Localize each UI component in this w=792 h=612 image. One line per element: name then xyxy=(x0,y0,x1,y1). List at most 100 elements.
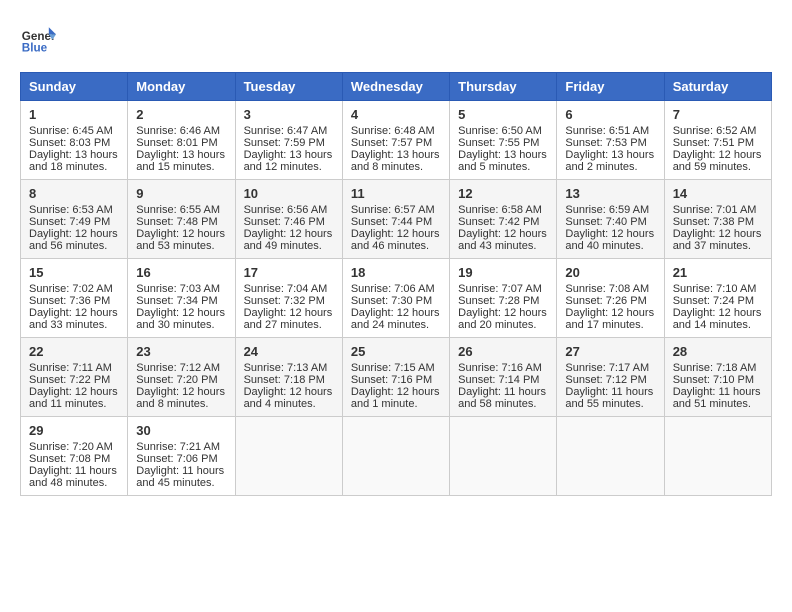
calendar-cell-day-6: 6 Sunrise: 6:51 AMSunset: 7:53 PMDaylight… xyxy=(557,101,664,180)
calendar-cell-day-8: 8Sunrise: 6:53 AMSunset: 7:49 PMDaylight… xyxy=(21,180,128,259)
logo: General Blue xyxy=(20,20,56,56)
day-number: 23 xyxy=(136,344,226,359)
sunset-text: Sunset: 7:51 PM xyxy=(673,137,763,149)
sunset-text: Sunset: 7:24 PM xyxy=(673,295,763,307)
daylight-text: Daylight: 11 hours and 55 minutes. xyxy=(565,386,655,410)
day-header-saturday: Saturday xyxy=(664,73,771,101)
calendar-cell-day-4: 4Sunrise: 6:48 AMSunset: 7:57 PMDaylight… xyxy=(342,101,449,180)
calendar-table: SundayMondayTuesdayWednesdayThursdayFrid… xyxy=(20,72,772,496)
calendar-cell-empty xyxy=(342,417,449,496)
calendar-cell-day-28: 28Sunrise: 7:18 AMSunset: 7:10 PMDayligh… xyxy=(664,338,771,417)
daylight-text: Daylight: 12 hours and 11 minutes. xyxy=(29,386,119,410)
day-number: 17 xyxy=(244,265,334,280)
sunrise-text: Sunrise: 7:10 AM xyxy=(673,283,763,295)
calendar-cell-day-20: 20Sunrise: 7:08 AMSunset: 7:26 PMDayligh… xyxy=(557,259,664,338)
sunrise-text: Sunrise: 7:20 AM xyxy=(29,441,119,453)
sunrise-text: Sunrise: 6:50 AM xyxy=(458,125,548,137)
calendar-cell-day-1: 1Sunrise: 6:45 AMSunset: 8:03 PMDaylight… xyxy=(21,101,128,180)
day-header-friday: Friday xyxy=(557,73,664,101)
calendar-cell-day-22: 22Sunrise: 7:11 AMSunset: 7:22 PMDayligh… xyxy=(21,338,128,417)
calendar-week-row: 29Sunrise: 7:20 AMSunset: 7:08 PMDayligh… xyxy=(21,417,772,496)
calendar-week-row: 1Sunrise: 6:45 AMSunset: 8:03 PMDaylight… xyxy=(21,101,772,180)
daylight-text: Daylight: 11 hours and 51 minutes. xyxy=(673,386,763,410)
day-number: 9 xyxy=(136,186,226,201)
daylight-text: Daylight: 12 hours and 14 minutes. xyxy=(673,307,763,331)
sunrise-text: Sunrise: 6:53 AM xyxy=(29,204,119,216)
calendar-week-row: 22Sunrise: 7:11 AMSunset: 7:22 PMDayligh… xyxy=(21,338,772,417)
sunset-text: Sunset: 7:34 PM xyxy=(136,295,226,307)
daylight-text: Daylight: 12 hours and 1 minute. xyxy=(351,386,441,410)
sunset-text: Sunset: 8:01 PM xyxy=(136,137,226,149)
calendar-cell-day-10: 10 Sunrise: 6:56 AMSunset: 7:46 PMDayligh… xyxy=(235,180,342,259)
calendar-cell-day-18: 18Sunrise: 7:06 AMSunset: 7:30 PMDayligh… xyxy=(342,259,449,338)
sunset-text: Sunset: 7:46 PM xyxy=(244,216,334,228)
calendar-cell-day-24: 24 Sunrise: 7:13 AMSunset: 7:18 PMDayligh… xyxy=(235,338,342,417)
calendar-cell-day-17: 17 Sunrise: 7:04 AMSunset: 7:32 PMDayligh… xyxy=(235,259,342,338)
day-number: 20 xyxy=(565,265,655,280)
sunset-text: Sunset: 8:03 PM xyxy=(29,137,119,149)
sunset-text: Sunset: 7:22 PM xyxy=(29,374,119,386)
sunset-text: Sunset: 7:53 PM xyxy=(565,137,655,149)
sunset-text: Sunset: 7:18 PM xyxy=(244,374,334,386)
sunrise-text: Sunrise: 6:58 AM xyxy=(458,204,548,216)
sunset-text: Sunset: 7:32 PM xyxy=(244,295,334,307)
sunset-text: Sunset: 7:06 PM xyxy=(136,453,226,465)
day-number: 30 xyxy=(136,423,226,438)
daylight-text: Daylight: 12 hours and 27 minutes. xyxy=(244,307,334,331)
sunrise-text: Sunrise: 6:57 AM xyxy=(351,204,441,216)
daylight-text: Daylight: 12 hours and 59 minutes. xyxy=(673,149,763,173)
calendar-cell-day-9: 9Sunrise: 6:55 AMSunset: 7:48 PMDaylight… xyxy=(128,180,235,259)
day-number: 22 xyxy=(29,344,119,359)
calendar-cell-empty xyxy=(664,417,771,496)
day-number: 10 xyxy=(244,186,334,201)
daylight-text: Daylight: 12 hours and 17 minutes. xyxy=(565,307,655,331)
sunset-text: Sunset: 7:36 PM xyxy=(29,295,119,307)
sunset-text: Sunset: 7:14 PM xyxy=(458,374,548,386)
sunset-text: Sunset: 7:38 PM xyxy=(673,216,763,228)
daylight-text: Daylight: 13 hours and 8 minutes. xyxy=(351,149,441,173)
daylight-text: Daylight: 12 hours and 24 minutes. xyxy=(351,307,441,331)
day-header-tuesday: Tuesday xyxy=(235,73,342,101)
daylight-text: Daylight: 13 hours and 2 minutes. xyxy=(565,149,655,173)
day-header-sunday: Sunday xyxy=(21,73,128,101)
day-header-thursday: Thursday xyxy=(450,73,557,101)
sunset-text: Sunset: 7:42 PM xyxy=(458,216,548,228)
sunset-text: Sunset: 7:40 PM xyxy=(565,216,655,228)
calendar-cell-day-15: 15Sunrise: 7:02 AMSunset: 7:36 PMDayligh… xyxy=(21,259,128,338)
daylight-text: Daylight: 11 hours and 45 minutes. xyxy=(136,465,226,489)
logo-icon: General Blue xyxy=(20,20,56,56)
daylight-text: Daylight: 12 hours and 49 minutes. xyxy=(244,228,334,252)
day-number: 27 xyxy=(565,344,655,359)
sunrise-text: Sunrise: 6:46 AM xyxy=(136,125,226,137)
day-number: 11 xyxy=(351,186,441,201)
sunrise-text: Sunrise: 7:08 AM xyxy=(565,283,655,295)
day-number: 26 xyxy=(458,344,548,359)
daylight-text: Daylight: 12 hours and 40 minutes. xyxy=(565,228,655,252)
daylight-text: Daylight: 13 hours and 15 minutes. xyxy=(136,149,226,173)
calendar-cell-day-3: 3Sunrise: 6:47 AMSunset: 7:59 PMDaylight… xyxy=(235,101,342,180)
sunrise-text: Sunrise: 7:03 AM xyxy=(136,283,226,295)
sunrise-text: Sunrise: 7:02 AM xyxy=(29,283,119,295)
calendar-cell-day-29: 29Sunrise: 7:20 AMSunset: 7:08 PMDayligh… xyxy=(21,417,128,496)
day-number: 12 xyxy=(458,186,548,201)
calendar-cell-day-11: 11Sunrise: 6:57 AMSunset: 7:44 PMDayligh… xyxy=(342,180,449,259)
sunrise-text: Sunrise: 6:47 AM xyxy=(244,125,334,137)
day-number: 6 xyxy=(565,107,655,122)
sunset-text: Sunset: 7:20 PM xyxy=(136,374,226,386)
sunrise-text: Sunrise: 7:13 AM xyxy=(244,362,334,374)
sunrise-text: Sunrise: 6:51 AM xyxy=(565,125,655,137)
daylight-text: Daylight: 12 hours and 30 minutes. xyxy=(136,307,226,331)
sunrise-text: Sunrise: 6:48 AM xyxy=(351,125,441,137)
sunrise-text: Sunrise: 6:45 AM xyxy=(29,125,119,137)
daylight-text: Daylight: 12 hours and 4 minutes. xyxy=(244,386,334,410)
sunrise-text: Sunrise: 7:21 AM xyxy=(136,441,226,453)
svg-text:Blue: Blue xyxy=(22,42,48,55)
calendar-cell-empty xyxy=(557,417,664,496)
day-number: 24 xyxy=(244,344,334,359)
sunrise-text: Sunrise: 7:04 AM xyxy=(244,283,334,295)
sunrise-text: Sunrise: 7:01 AM xyxy=(673,204,763,216)
sunset-text: Sunset: 7:16 PM xyxy=(351,374,441,386)
sunrise-text: Sunrise: 6:56 AM xyxy=(244,204,334,216)
sunrise-text: Sunrise: 7:12 AM xyxy=(136,362,226,374)
daylight-text: Daylight: 12 hours and 56 minutes. xyxy=(29,228,119,252)
